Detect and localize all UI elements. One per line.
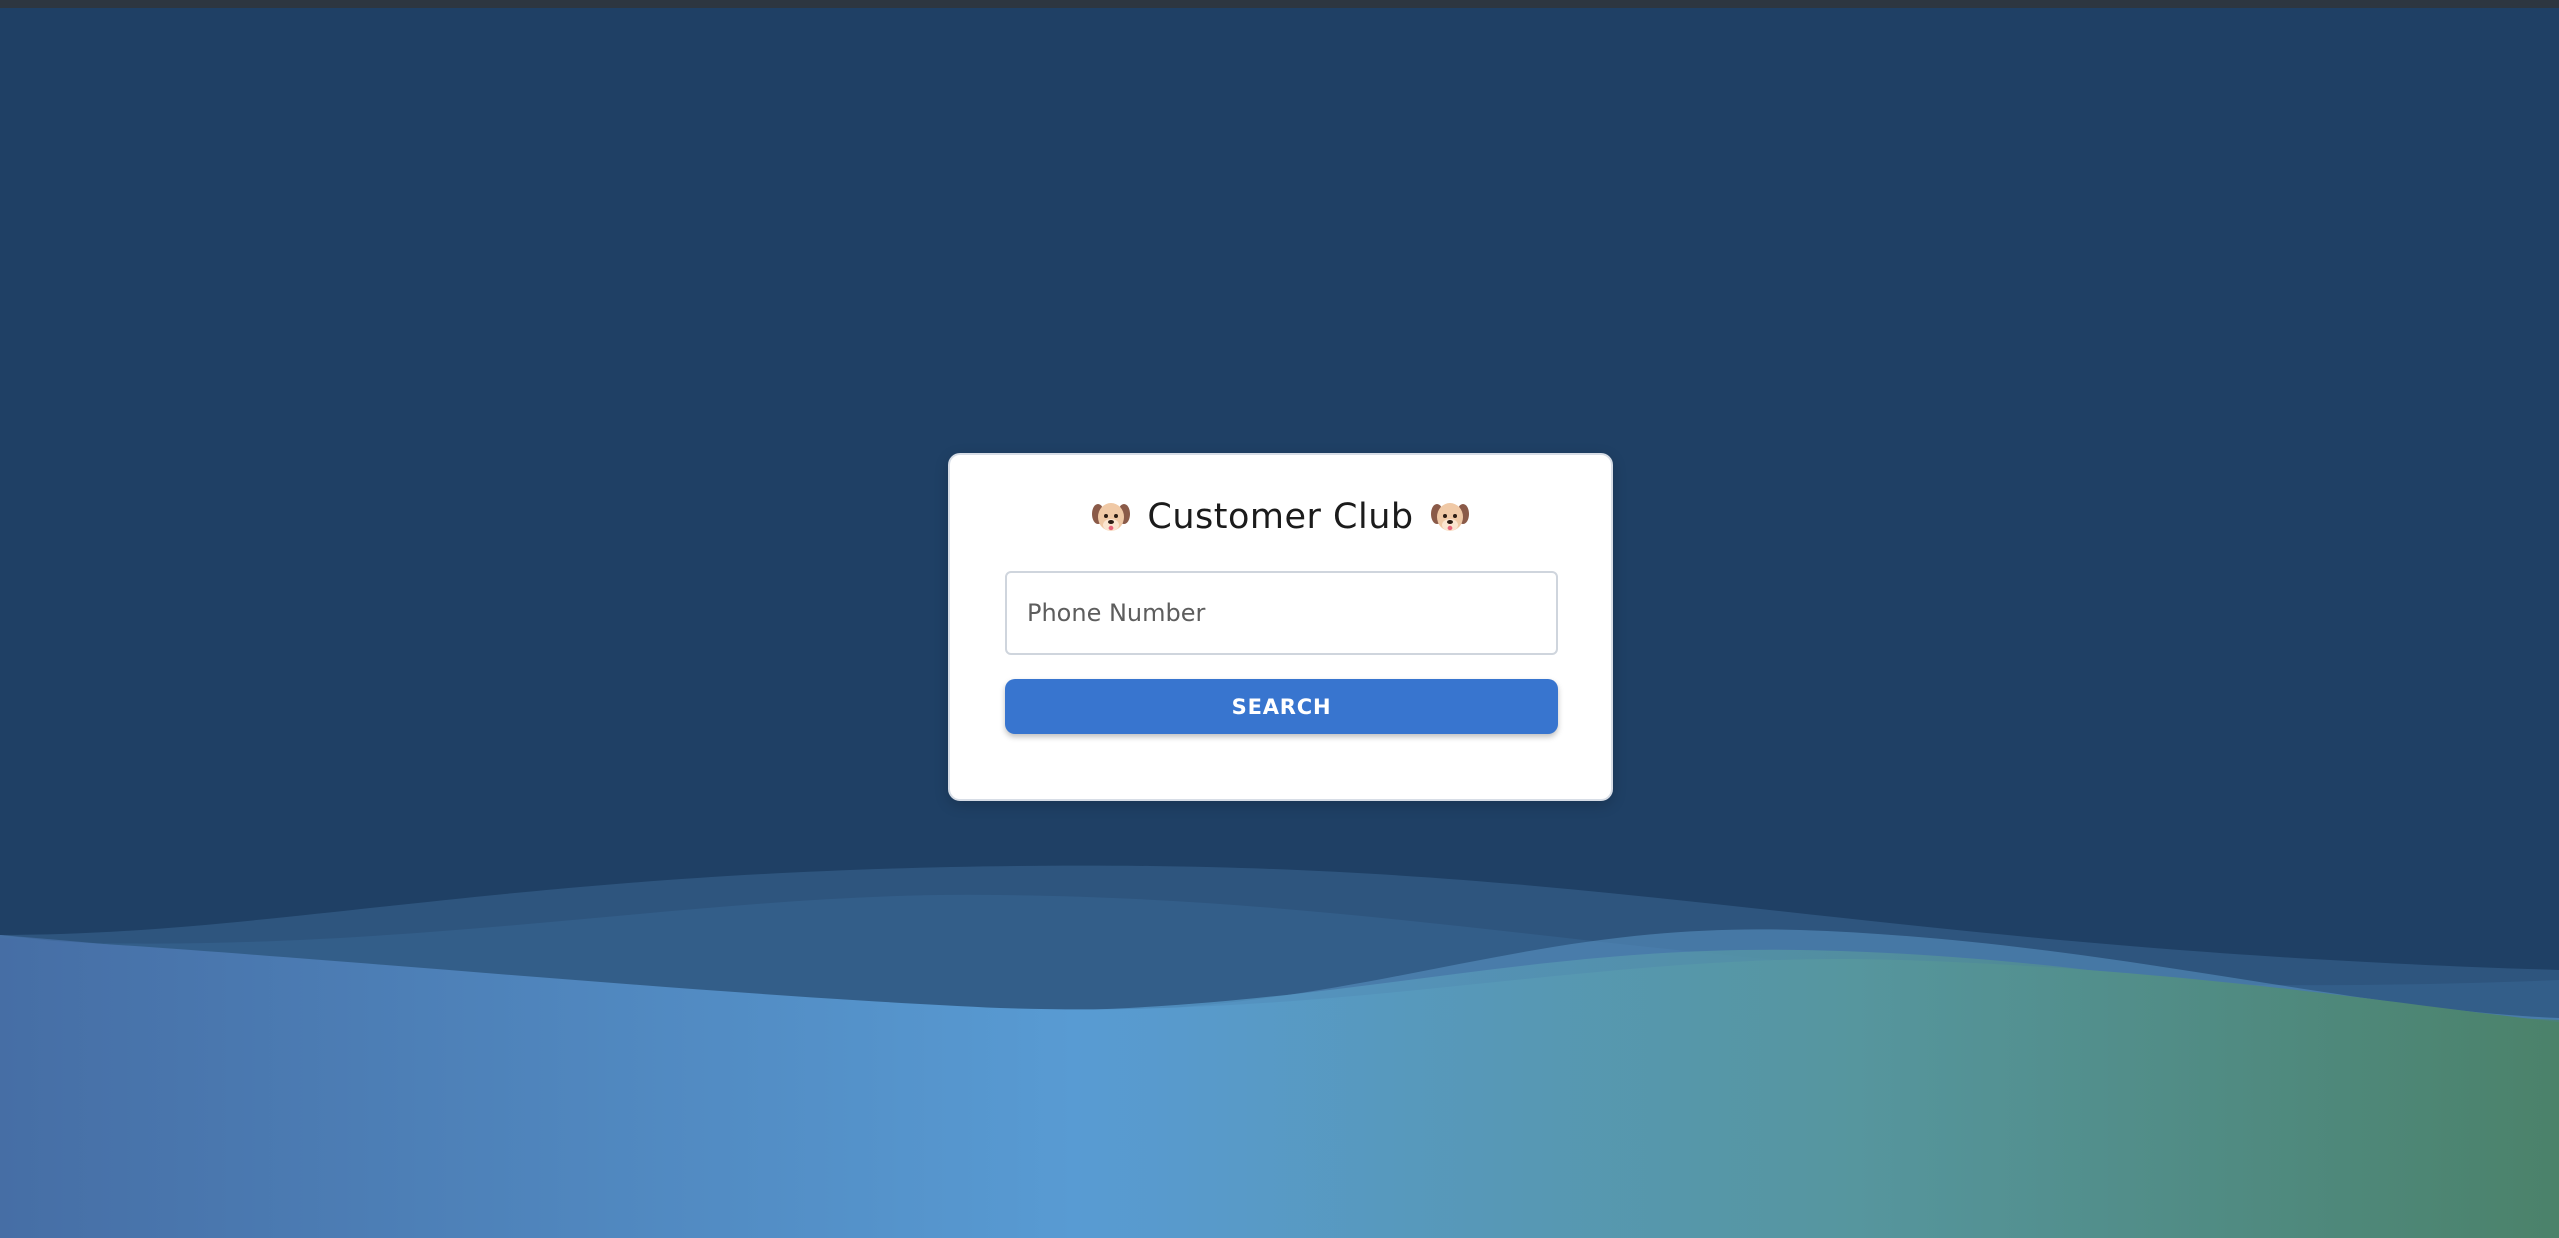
phone-number-input[interactable] <box>1005 571 1558 655</box>
title-row: Customer Club <box>950 489 1611 545</box>
search-card: Customer Club SEARCH <box>948 453 1613 801</box>
page-title: Customer Club <box>1147 497 1414 537</box>
search-button[interactable]: SEARCH <box>1005 679 1558 734</box>
browser-top-strip <box>0 0 2559 8</box>
dog-face-icon <box>1092 503 1131 531</box>
dog-face-icon <box>1430 503 1469 531</box>
decorative-waves <box>0 865 2559 1238</box>
